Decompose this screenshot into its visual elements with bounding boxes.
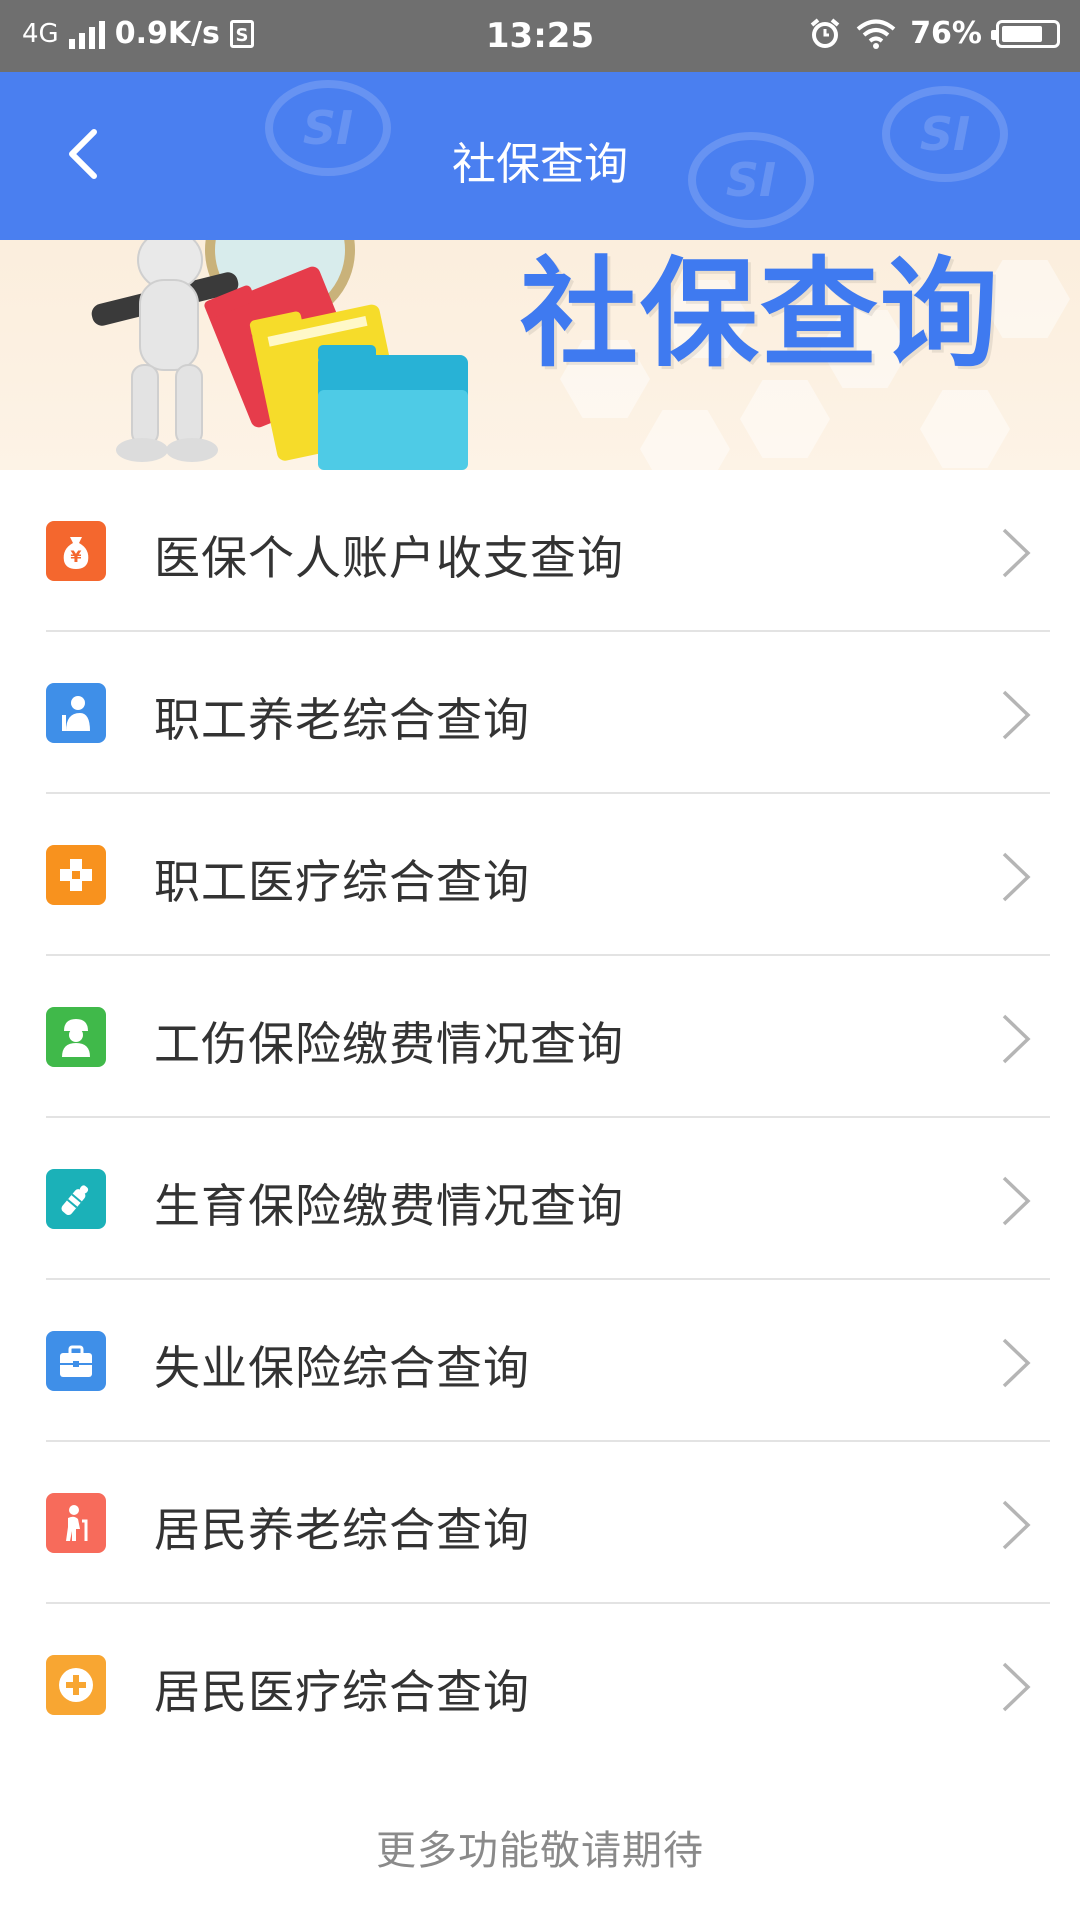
menu-item-work-injury[interactable]: 工伤保险缴费情况查询 — [0, 956, 1080, 1118]
alarm-icon — [810, 17, 840, 48]
plus-circle-icon — [46, 1655, 106, 1715]
chevron-right-icon — [1002, 690, 1031, 740]
chevron-right-icon — [1002, 1500, 1031, 1550]
top-nav-bar: SI SI SI 社保查询 — [0, 72, 1080, 240]
banner-title: 社保查询 — [519, 245, 1000, 383]
chevron-right-icon — [1002, 1338, 1031, 1388]
menu-item-resident-medical[interactable]: 居民医疗综合查询 — [0, 1604, 1080, 1766]
magnifier-figure-illustration — [91, 240, 468, 470]
elderly-worker-icon — [46, 683, 106, 743]
money-bag-icon: ¥ — [46, 521, 106, 581]
chevron-right-icon — [1002, 1014, 1031, 1064]
menu-item-maternity[interactable]: 生育保险缴费情况查询 — [0, 1118, 1080, 1280]
menu-item-label: 医保个人账户收支查询 — [154, 531, 624, 585]
menu-item-label: 职工医疗综合查询 — [154, 855, 530, 909]
query-menu-list: ¥ 医保个人账户收支查询 职工养老综合查询 职工医疗综合查询 工伤保险缴费情况查… — [0, 470, 1080, 1766]
menu-item-label: 工伤保险缴费情况查询 — [154, 1017, 624, 1071]
menu-item-unemployment[interactable]: 失业保险综合查询 — [0, 1280, 1080, 1442]
wifi-icon — [856, 19, 896, 49]
chevron-right-icon — [1002, 1662, 1031, 1712]
helmet-worker-icon — [46, 1007, 106, 1067]
menu-item-resident-pension[interactable]: 居民养老综合查询 — [0, 1442, 1080, 1604]
status-bar: 4G 0.9K/s S 13:25 76% — [0, 0, 1080, 72]
chevron-right-icon — [1002, 852, 1031, 902]
banner-image: 社保查询 — [0, 240, 1080, 470]
battery-icon — [991, 19, 1060, 48]
chevron-right-icon — [1002, 528, 1031, 578]
svg-text:¥: ¥ — [70, 547, 81, 566]
menu-item-label: 居民医疗综合查询 — [154, 1665, 530, 1719]
baby-bottle-icon — [46, 1169, 106, 1229]
menu-item-label: 失业保险综合查询 — [154, 1341, 530, 1395]
footer-note: 更多功能敬请期待 — [376, 1828, 704, 1874]
battery-percent: 76% — [910, 16, 982, 51]
menu-item-employee-medical[interactable]: 职工医疗综合查询 — [0, 794, 1080, 956]
menu-item-label: 生育保险缴费情况查询 — [154, 1179, 624, 1233]
chevron-right-icon — [1002, 1176, 1031, 1226]
status-right: 76% — [808, 16, 1060, 51]
medical-cross-icon — [46, 845, 106, 905]
menu-item-label: 职工养老综合查询 — [154, 693, 530, 747]
menu-item-medical-account[interactable]: ¥ 医保个人账户收支查询 — [0, 470, 1080, 632]
menu-item-label: 居民养老综合查询 — [154, 1503, 530, 1557]
elder-with-cane-icon — [46, 1493, 106, 1553]
menu-item-employee-pension[interactable]: 职工养老综合查询 — [0, 632, 1080, 794]
page-title: 社保查询 — [452, 139, 628, 190]
briefcase-icon — [46, 1331, 106, 1391]
